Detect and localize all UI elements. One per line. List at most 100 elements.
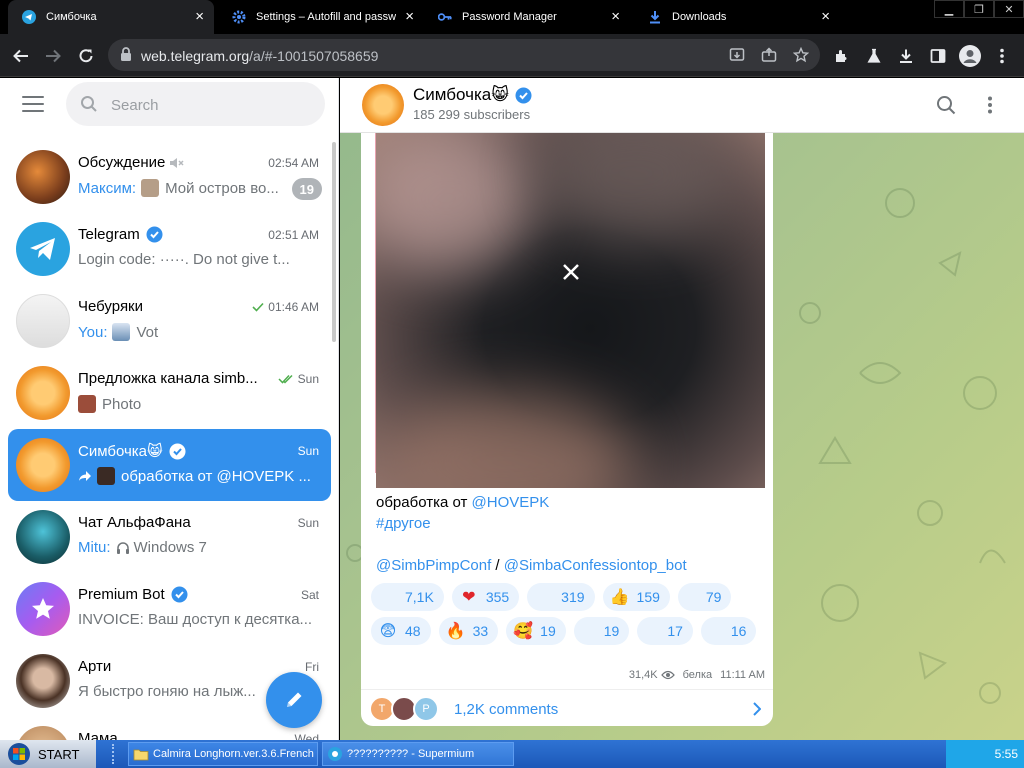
chat-time: 02:54 AM bbox=[268, 156, 319, 170]
reactions-row-2: 😨 48 🔥 33 🥰 19 19 17 16 bbox=[371, 617, 764, 645]
search-placeholder: Search bbox=[111, 97, 159, 114]
chat-item-simbochka[interactable]: Симбочка😸 Sun обработка от @HOVEPK ... bbox=[8, 429, 331, 501]
close-icon[interactable]: × bbox=[611, 9, 620, 24]
fearful-face-icon: 😨 bbox=[379, 623, 397, 640]
reaction-button[interactable]: 19 bbox=[573, 617, 630, 645]
more-vertical-icon[interactable] bbox=[988, 96, 992, 119]
chat-title: Чат АльфаФана bbox=[78, 514, 191, 531]
mention-link[interactable]: @SimbPimpConf bbox=[376, 557, 491, 574]
post-caption: обработка от @HOVEPK bbox=[376, 494, 550, 511]
photo-thumbnail bbox=[97, 467, 115, 485]
forward-button[interactable] bbox=[40, 43, 66, 69]
reaction-button[interactable]: 79 bbox=[677, 583, 732, 611]
extensions-icon[interactable] bbox=[832, 46, 852, 66]
avatar bbox=[16, 510, 70, 564]
chat-item-premium-bot[interactable]: Premium Bot Sat INVOICE: Ваш доступ к де… bbox=[8, 573, 331, 645]
reaction-button[interactable]: ❤ 355 bbox=[451, 583, 520, 611]
close-window-button[interactable]: ✕ bbox=[994, 0, 1024, 18]
avatar bbox=[16, 150, 70, 204]
chat-list-panel: Search Обсуждение 02:54 AM Максим: Мой о… bbox=[0, 78, 339, 740]
heart-icon: ❤ bbox=[462, 589, 476, 606]
system-clock: 5:55 bbox=[946, 740, 1024, 768]
install-app-icon[interactable] bbox=[728, 46, 746, 64]
close-icon[interactable]: × bbox=[195, 9, 204, 24]
chat-item-telegram[interactable]: Telegram 02:51 AM Login code: ·····. Do … bbox=[8, 213, 331, 285]
chat-item-obsuzhdenie[interactable]: Обсуждение 02:54 AM Максим: Мой остров в… bbox=[8, 141, 331, 213]
scrollbar[interactable] bbox=[332, 142, 336, 342]
post-time: 11:11 AM bbox=[720, 669, 765, 681]
reaction-button[interactable]: 🥰 19 bbox=[506, 617, 566, 645]
comments-count: 1,2K comments bbox=[454, 701, 559, 718]
reload-button[interactable] bbox=[73, 43, 99, 69]
reaction-button[interactable]: 👍 159 bbox=[602, 583, 670, 611]
chat-preview: Login code: ·····. Do not give t... bbox=[78, 251, 290, 268]
labs-flask-icon[interactable] bbox=[864, 46, 884, 66]
side-panel-icon[interactable] bbox=[928, 46, 948, 66]
chat-title: Мама bbox=[78, 730, 118, 740]
tab-password-manager[interactable]: Password Manager × bbox=[424, 0, 630, 34]
tab-settings[interactable]: Settings – Autofill and passw × bbox=[218, 0, 424, 34]
post-meta: 31,4K белка 11:11 AM bbox=[629, 669, 765, 681]
more-menu-icon[interactable] bbox=[992, 46, 1012, 66]
search-input[interactable]: Search bbox=[66, 82, 325, 126]
double-check-icon bbox=[278, 374, 293, 384]
smiling-hearts-icon: 🥰 bbox=[513, 623, 534, 640]
reaction-button[interactable]: 7,1K bbox=[371, 583, 444, 611]
reload-icon bbox=[79, 49, 93, 63]
address-bar[interactable]: web.telegram.org/a/#-1001507058659 bbox=[108, 39, 820, 71]
back-button[interactable] bbox=[8, 43, 34, 69]
bookmark-star-icon[interactable] bbox=[792, 46, 810, 64]
chat-title: Симбочка😸 bbox=[78, 442, 186, 460]
chat-item-alfafan[interactable]: Чат АльфаФана Sun Mitu: Windows 7 bbox=[8, 501, 331, 573]
close-icon[interactable]: × bbox=[821, 9, 830, 24]
new-message-button[interactable] bbox=[266, 672, 322, 728]
tab-simbochka[interactable]: Симбочка × bbox=[8, 0, 214, 34]
post-media-blurred[interactable] bbox=[376, 133, 765, 488]
tab-title: Password Manager bbox=[462, 11, 557, 23]
profile-avatar-icon[interactable] bbox=[958, 44, 982, 68]
lock-icon[interactable] bbox=[120, 47, 132, 66]
chat-item-predlozhka[interactable]: Предложка канала simb... Sun Photo bbox=[8, 357, 331, 429]
browser-toolbar: web.telegram.org/a/#-1001507058659 bbox=[0, 34, 1024, 77]
channel-post: обработка от @HOVEPK #другое @SimbPimpCo… bbox=[361, 133, 773, 726]
close-icon[interactable]: × bbox=[405, 9, 414, 24]
menu-icon[interactable] bbox=[22, 96, 44, 112]
avatar bbox=[16, 582, 70, 636]
chat-title: Telegram bbox=[78, 226, 163, 243]
mention-link[interactable]: @SimbaConfessiontop_bot bbox=[504, 557, 687, 574]
minimize-button[interactable]: ▁ bbox=[934, 0, 964, 18]
chat-time: Fri bbox=[305, 660, 319, 674]
thumbs-up-icon: 👍 bbox=[609, 589, 630, 606]
avatar bbox=[16, 438, 70, 492]
gear-icon bbox=[232, 10, 246, 24]
channel-title: Симбочка😸 bbox=[413, 85, 532, 105]
reaction-button[interactable]: 😨 48 bbox=[371, 617, 431, 645]
close-icon bbox=[563, 264, 579, 280]
chat-preview: Photo bbox=[78, 395, 323, 413]
reaction-button[interactable]: 319 bbox=[527, 583, 595, 611]
chat-item-cheburyaki[interactable]: Чебуряки 01:46 AM You: Vot bbox=[8, 285, 331, 357]
reaction-button[interactable]: 🔥 33 bbox=[438, 617, 499, 645]
chat-preview: INVOICE: Ваш доступ к десятка... bbox=[78, 611, 313, 628]
share-icon[interactable] bbox=[760, 46, 778, 64]
taskbar-item-calmira[interactable]: Calmira Longhorn.ver.3.6.French bbox=[128, 742, 318, 766]
hashtag-link[interactable]: #другое bbox=[376, 515, 431, 532]
chat-time: 02:51 AM bbox=[268, 228, 319, 242]
download-icon[interactable] bbox=[896, 46, 916, 66]
taskbar-item-supermium[interactable]: ?????????? - Supermium bbox=[322, 742, 514, 766]
tab-downloads[interactable]: Downloads × bbox=[634, 0, 840, 34]
chat-time: Sun bbox=[278, 372, 319, 386]
download-icon bbox=[648, 10, 662, 24]
browser-app-icon bbox=[328, 747, 342, 761]
maximize-button[interactable]: ❐ bbox=[964, 0, 994, 18]
comments-button[interactable]: T P 1,2K comments bbox=[361, 689, 773, 726]
reaction-button[interactable]: 17 bbox=[637, 617, 693, 645]
verified-badge-icon bbox=[146, 226, 163, 243]
channel-avatar[interactable] bbox=[362, 84, 404, 126]
channel-header[interactable]: Симбочка😸 185 299 subscribers bbox=[340, 78, 1024, 133]
windows-orb-icon bbox=[0, 740, 38, 768]
mention-link[interactable]: @HOVEPK bbox=[472, 494, 550, 511]
search-icon[interactable] bbox=[936, 95, 956, 120]
start-button[interactable]: START bbox=[0, 740, 96, 768]
reaction-button[interactable]: 16 bbox=[700, 617, 757, 645]
